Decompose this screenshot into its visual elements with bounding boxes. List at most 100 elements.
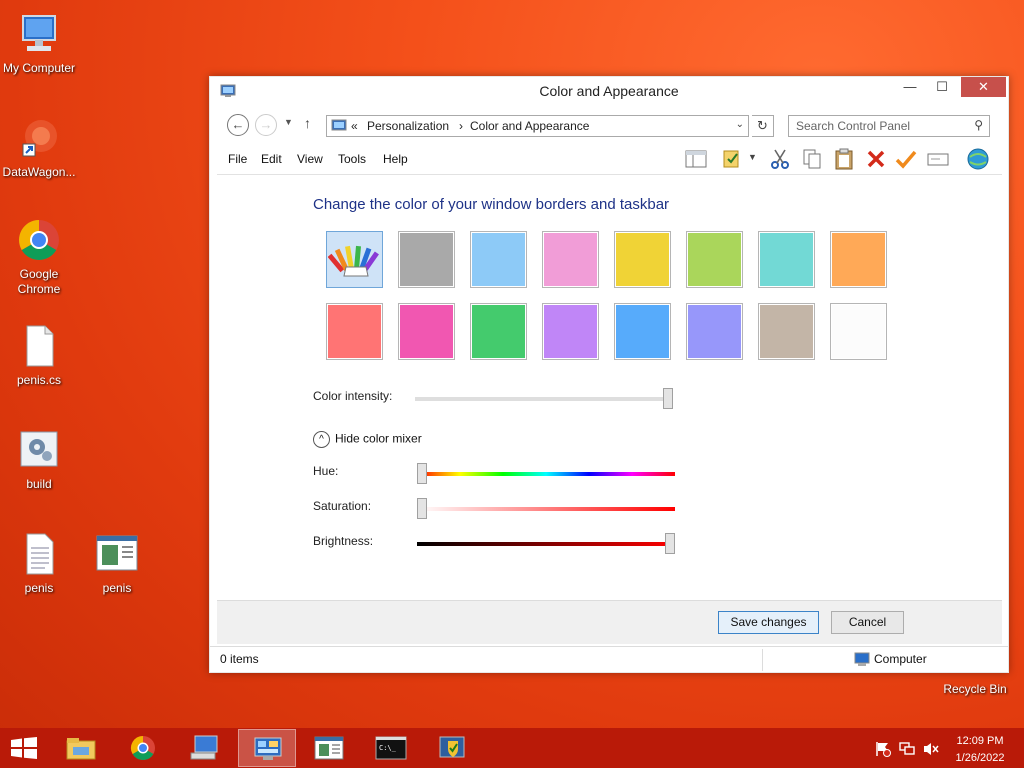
color-swatch[interactable] <box>470 303 527 360</box>
footer-bar: Save changes Cancel <box>217 600 1002 644</box>
delete-icon[interactable] <box>864 147 888 171</box>
volume-muted-icon[interactable] <box>922 741 940 757</box>
desktop-icon-penis-cs[interactable]: penis.cs <box>0 322 78 388</box>
breadcrumb-prefix[interactable]: « <box>351 119 358 133</box>
color-swatch-fill <box>400 233 453 286</box>
desktop-icon-label: penis.cs <box>16 373 62 387</box>
chrome-icon <box>130 736 155 761</box>
taskbar-file-explorer[interactable] <box>52 729 110 767</box>
desktop-icon-penis-text[interactable]: penis <box>0 530 78 596</box>
page-heading: Change the color of your window borders … <box>313 196 670 213</box>
brightness-slider[interactable] <box>665 533 675 554</box>
menu-help[interactable]: Help <box>383 152 408 166</box>
maximize-button[interactable]: ☐ <box>928 77 956 97</box>
color-swatch[interactable] <box>686 303 743 360</box>
color-palette-icon <box>327 233 381 286</box>
taskbar-application[interactable] <box>300 729 358 767</box>
recent-pages-dropdown-icon[interactable]: ▼ <box>284 117 293 127</box>
folder-icon <box>66 738 96 760</box>
paste-icon[interactable] <box>832 147 856 171</box>
color-swatch[interactable] <box>758 231 815 288</box>
network-icon[interactable] <box>898 741 916 757</box>
desktop-icon-label: Google Chrome <box>17 267 61 296</box>
window-title: Color and Appearance <box>539 83 679 99</box>
close-button[interactable]: ✕ <box>961 77 1006 97</box>
title-bar[interactable]: Color and Appearance — ☐ ✕ <box>210 77 1008 107</box>
color-swatch-fill <box>544 305 597 358</box>
properties-dropdown-icon[interactable]: ▼ <box>748 152 757 162</box>
desktop-icon-my-computer[interactable]: My Computer <box>0 10 78 76</box>
menu-file[interactable]: File <box>228 152 247 166</box>
back-button[interactable]: ← <box>227 114 249 136</box>
taskbar-clock[interactable]: 12:09 PM 1/26/2022 <box>945 734 1015 765</box>
content-area: Change the color of your window borders … <box>217 174 1002 599</box>
color-intensity-track[interactable] <box>415 397 673 401</box>
minimize-button[interactable]: — <box>896 77 924 97</box>
desktop-icon-chrome[interactable]: Google Chrome <box>0 216 78 297</box>
refresh-button[interactable]: ↻ <box>752 115 774 137</box>
color-swatch[interactable] <box>542 303 599 360</box>
address-bar[interactable]: « Personalization › Color and Appearance… <box>326 115 749 137</box>
taskbar-command-prompt[interactable]: C:\_ <box>362 729 420 767</box>
color-swatch-automatic[interactable] <box>326 231 383 288</box>
cancel-button[interactable]: Cancel <box>831 611 904 634</box>
color-swatch[interactable] <box>398 231 455 288</box>
status-bar: 0 items Computer <box>210 646 1008 672</box>
color-swatch[interactable] <box>326 303 383 360</box>
color-swatch[interactable] <box>686 231 743 288</box>
layout-pane-icon[interactable] <box>684 147 708 171</box>
color-swatch[interactable] <box>470 231 527 288</box>
color-intensity-slider[interactable] <box>663 388 673 409</box>
control-panel-icon <box>254 737 282 760</box>
action-center-flag-icon[interactable] <box>875 741 891 757</box>
rename-icon[interactable] <box>926 147 950 171</box>
color-swatch-fill <box>400 305 453 358</box>
brightness-track[interactable] <box>417 542 675 546</box>
taskbar-control-panel[interactable] <box>238 729 296 767</box>
color-swatch[interactable] <box>830 303 887 360</box>
desktop-icon-build[interactable]: build <box>0 426 78 492</box>
menu-tools[interactable]: Tools <box>338 152 366 166</box>
color-swatch[interactable] <box>614 231 671 288</box>
color-swatch-fill <box>832 305 885 358</box>
desktop-icon-datawagon[interactable]: DataWagon... <box>0 114 78 180</box>
search-icon[interactable]: ⚲ <box>974 118 983 132</box>
checkmark-icon[interactable] <box>894 147 918 171</box>
breadcrumb-color-appearance[interactable]: Color and Appearance <box>470 119 589 133</box>
color-swatch[interactable] <box>758 303 815 360</box>
color-swatch[interactable] <box>830 231 887 288</box>
breadcrumb-personalization[interactable]: Personalization <box>367 119 449 133</box>
hue-slider[interactable] <box>417 463 427 484</box>
saturation-slider[interactable] <box>417 498 427 519</box>
search-input[interactable]: Search Control Panel ⚲ <box>788 115 990 137</box>
color-swatch[interactable] <box>542 231 599 288</box>
status-divider <box>762 649 763 671</box>
hide-color-mixer-toggle[interactable]: ^ Hide color mixer <box>313 431 422 448</box>
save-changes-button[interactable]: Save changes <box>718 611 819 634</box>
address-row: ← → ▼ ↑ « Personalization › Color and Ap… <box>218 113 998 137</box>
taskbar-chrome[interactable] <box>114 729 172 767</box>
hue-track[interactable] <box>417 472 675 476</box>
properties-icon[interactable] <box>720 147 744 171</box>
saturation-track[interactable] <box>417 507 675 511</box>
taskbar-remote-desktop[interactable] <box>176 729 234 767</box>
forward-button[interactable]: → <box>255 114 277 136</box>
up-arrow-icon[interactable]: ↑ <box>304 115 311 131</box>
cut-icon[interactable] <box>768 147 792 171</box>
color-swatch[interactable] <box>614 303 671 360</box>
text-file-icon <box>26 533 54 575</box>
copy-icon[interactable] <box>800 147 824 171</box>
taskbar-security-tool[interactable] <box>424 729 482 767</box>
address-dropdown-icon[interactable]: ⌄ <box>736 119 744 130</box>
desktop-icon-penis-app[interactable]: penis <box>78 530 156 596</box>
globe-icon[interactable] <box>966 147 990 171</box>
chevron-up-icon: ^ <box>313 431 330 448</box>
menu-bar: File Edit View Tools Help <box>210 147 1008 171</box>
breadcrumb-separator[interactable]: › <box>459 119 463 133</box>
color-swatch[interactable] <box>398 303 455 360</box>
desktop-icon-label: Recycle Bin <box>943 682 1007 696</box>
menu-edit[interactable]: Edit <box>261 152 282 166</box>
start-windows-icon[interactable] <box>10 737 38 759</box>
control-panel-icon <box>331 119 347 131</box>
menu-view[interactable]: View <box>297 152 323 166</box>
